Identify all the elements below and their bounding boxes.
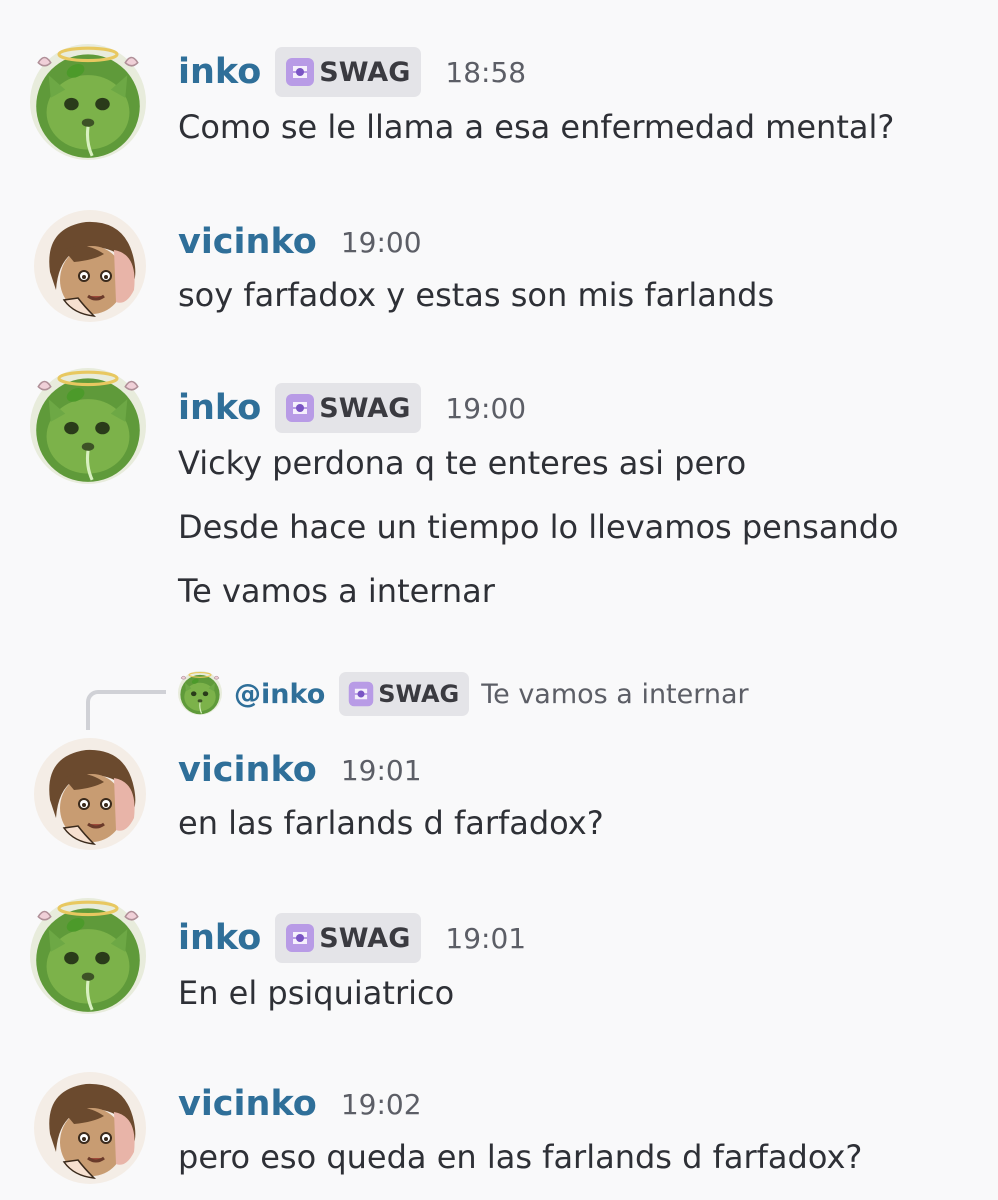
reply-avatar-inko[interactable] xyxy=(178,671,222,715)
username[interactable]: vicinko xyxy=(178,750,317,790)
swag-tag-icon xyxy=(284,392,316,424)
user-avatar-vicinko[interactable] xyxy=(34,738,146,850)
reply-content: @inko SWAG Te vamos a internar xyxy=(234,668,749,720)
drawn-character-avatar-icon xyxy=(34,738,146,850)
user-avatar-vicinko[interactable] xyxy=(34,210,146,322)
swag-tag-icon xyxy=(284,56,316,88)
message-header: vicinko 19:02 xyxy=(178,1076,422,1132)
message-text: Desde hace un tiempo lo llevamos pensand… xyxy=(178,508,899,546)
user-avatar-inko[interactable] xyxy=(30,40,146,164)
swag-tag[interactable]: SWAG xyxy=(275,383,422,433)
message-header: vicinko 19:01 xyxy=(178,742,422,798)
message-header: vicinko 19:00 xyxy=(178,214,422,270)
timestamp: 19:01 xyxy=(340,753,422,787)
message-text: En el psiquiatrico xyxy=(178,974,455,1012)
reply-preview-text[interactable]: Te vamos a internar xyxy=(481,679,748,710)
reply-mention[interactable]: @inko xyxy=(234,679,325,710)
green-cat-halo-avatar-icon xyxy=(30,40,146,164)
user-avatar-vicinko[interactable] xyxy=(34,1072,146,1184)
drawn-character-avatar-icon xyxy=(34,210,146,322)
reply-connector xyxy=(86,690,166,730)
tag-label: SWAG xyxy=(319,922,411,954)
timestamp: 19:01 xyxy=(445,921,527,955)
swag-tag-icon xyxy=(347,680,375,708)
timestamp: 19:00 xyxy=(340,225,422,259)
green-cat-halo-avatar-icon xyxy=(30,894,146,1018)
tag-label: SWAG xyxy=(319,56,411,88)
message-text: Te vamos a internar xyxy=(178,572,495,610)
message-text: Vicky perdona q te enteres asi pero xyxy=(178,444,747,482)
user-avatar-inko[interactable] xyxy=(30,364,146,488)
chat-message-list: inko SWAG 18:58 Como se le llama a esa e… xyxy=(0,0,998,1200)
username[interactable]: inko xyxy=(178,918,261,958)
tag-label: SWAG xyxy=(378,680,460,708)
timestamp: 18:58 xyxy=(445,55,527,89)
message-text: en las farlands d farfadox? xyxy=(178,804,604,842)
swag-tag[interactable]: SWAG xyxy=(275,913,422,963)
green-cat-halo-avatar-icon xyxy=(30,364,146,488)
swag-tag-icon xyxy=(284,922,316,954)
message-text: pero eso queda en las farlands d farfado… xyxy=(178,1138,863,1176)
tag-label: SWAG xyxy=(319,392,411,424)
username[interactable]: vicinko xyxy=(178,222,317,262)
message-text: soy farfadox y estas son mis farlands xyxy=(178,276,775,314)
username[interactable]: vicinko xyxy=(178,1084,317,1124)
drawn-character-avatar-icon xyxy=(34,1072,146,1184)
reply-reference[interactable]: @inko SWAG Te vamos a internar xyxy=(0,668,998,730)
message-text: Como se le llama a esa enfermedad mental… xyxy=(178,108,895,146)
swag-tag: SWAG xyxy=(339,672,470,716)
message-header: inko SWAG 19:00 xyxy=(178,380,526,436)
green-cat-halo-avatar-icon xyxy=(178,671,222,715)
username[interactable]: inko xyxy=(178,388,261,428)
swag-tag[interactable]: SWAG xyxy=(275,47,422,97)
message-header: inko SWAG 19:01 xyxy=(178,910,526,966)
timestamp: 19:02 xyxy=(340,1087,422,1121)
message-header: inko SWAG 18:58 xyxy=(178,44,526,100)
username[interactable]: inko xyxy=(178,52,261,92)
timestamp: 19:00 xyxy=(445,391,527,425)
user-avatar-inko[interactable] xyxy=(30,894,146,1018)
